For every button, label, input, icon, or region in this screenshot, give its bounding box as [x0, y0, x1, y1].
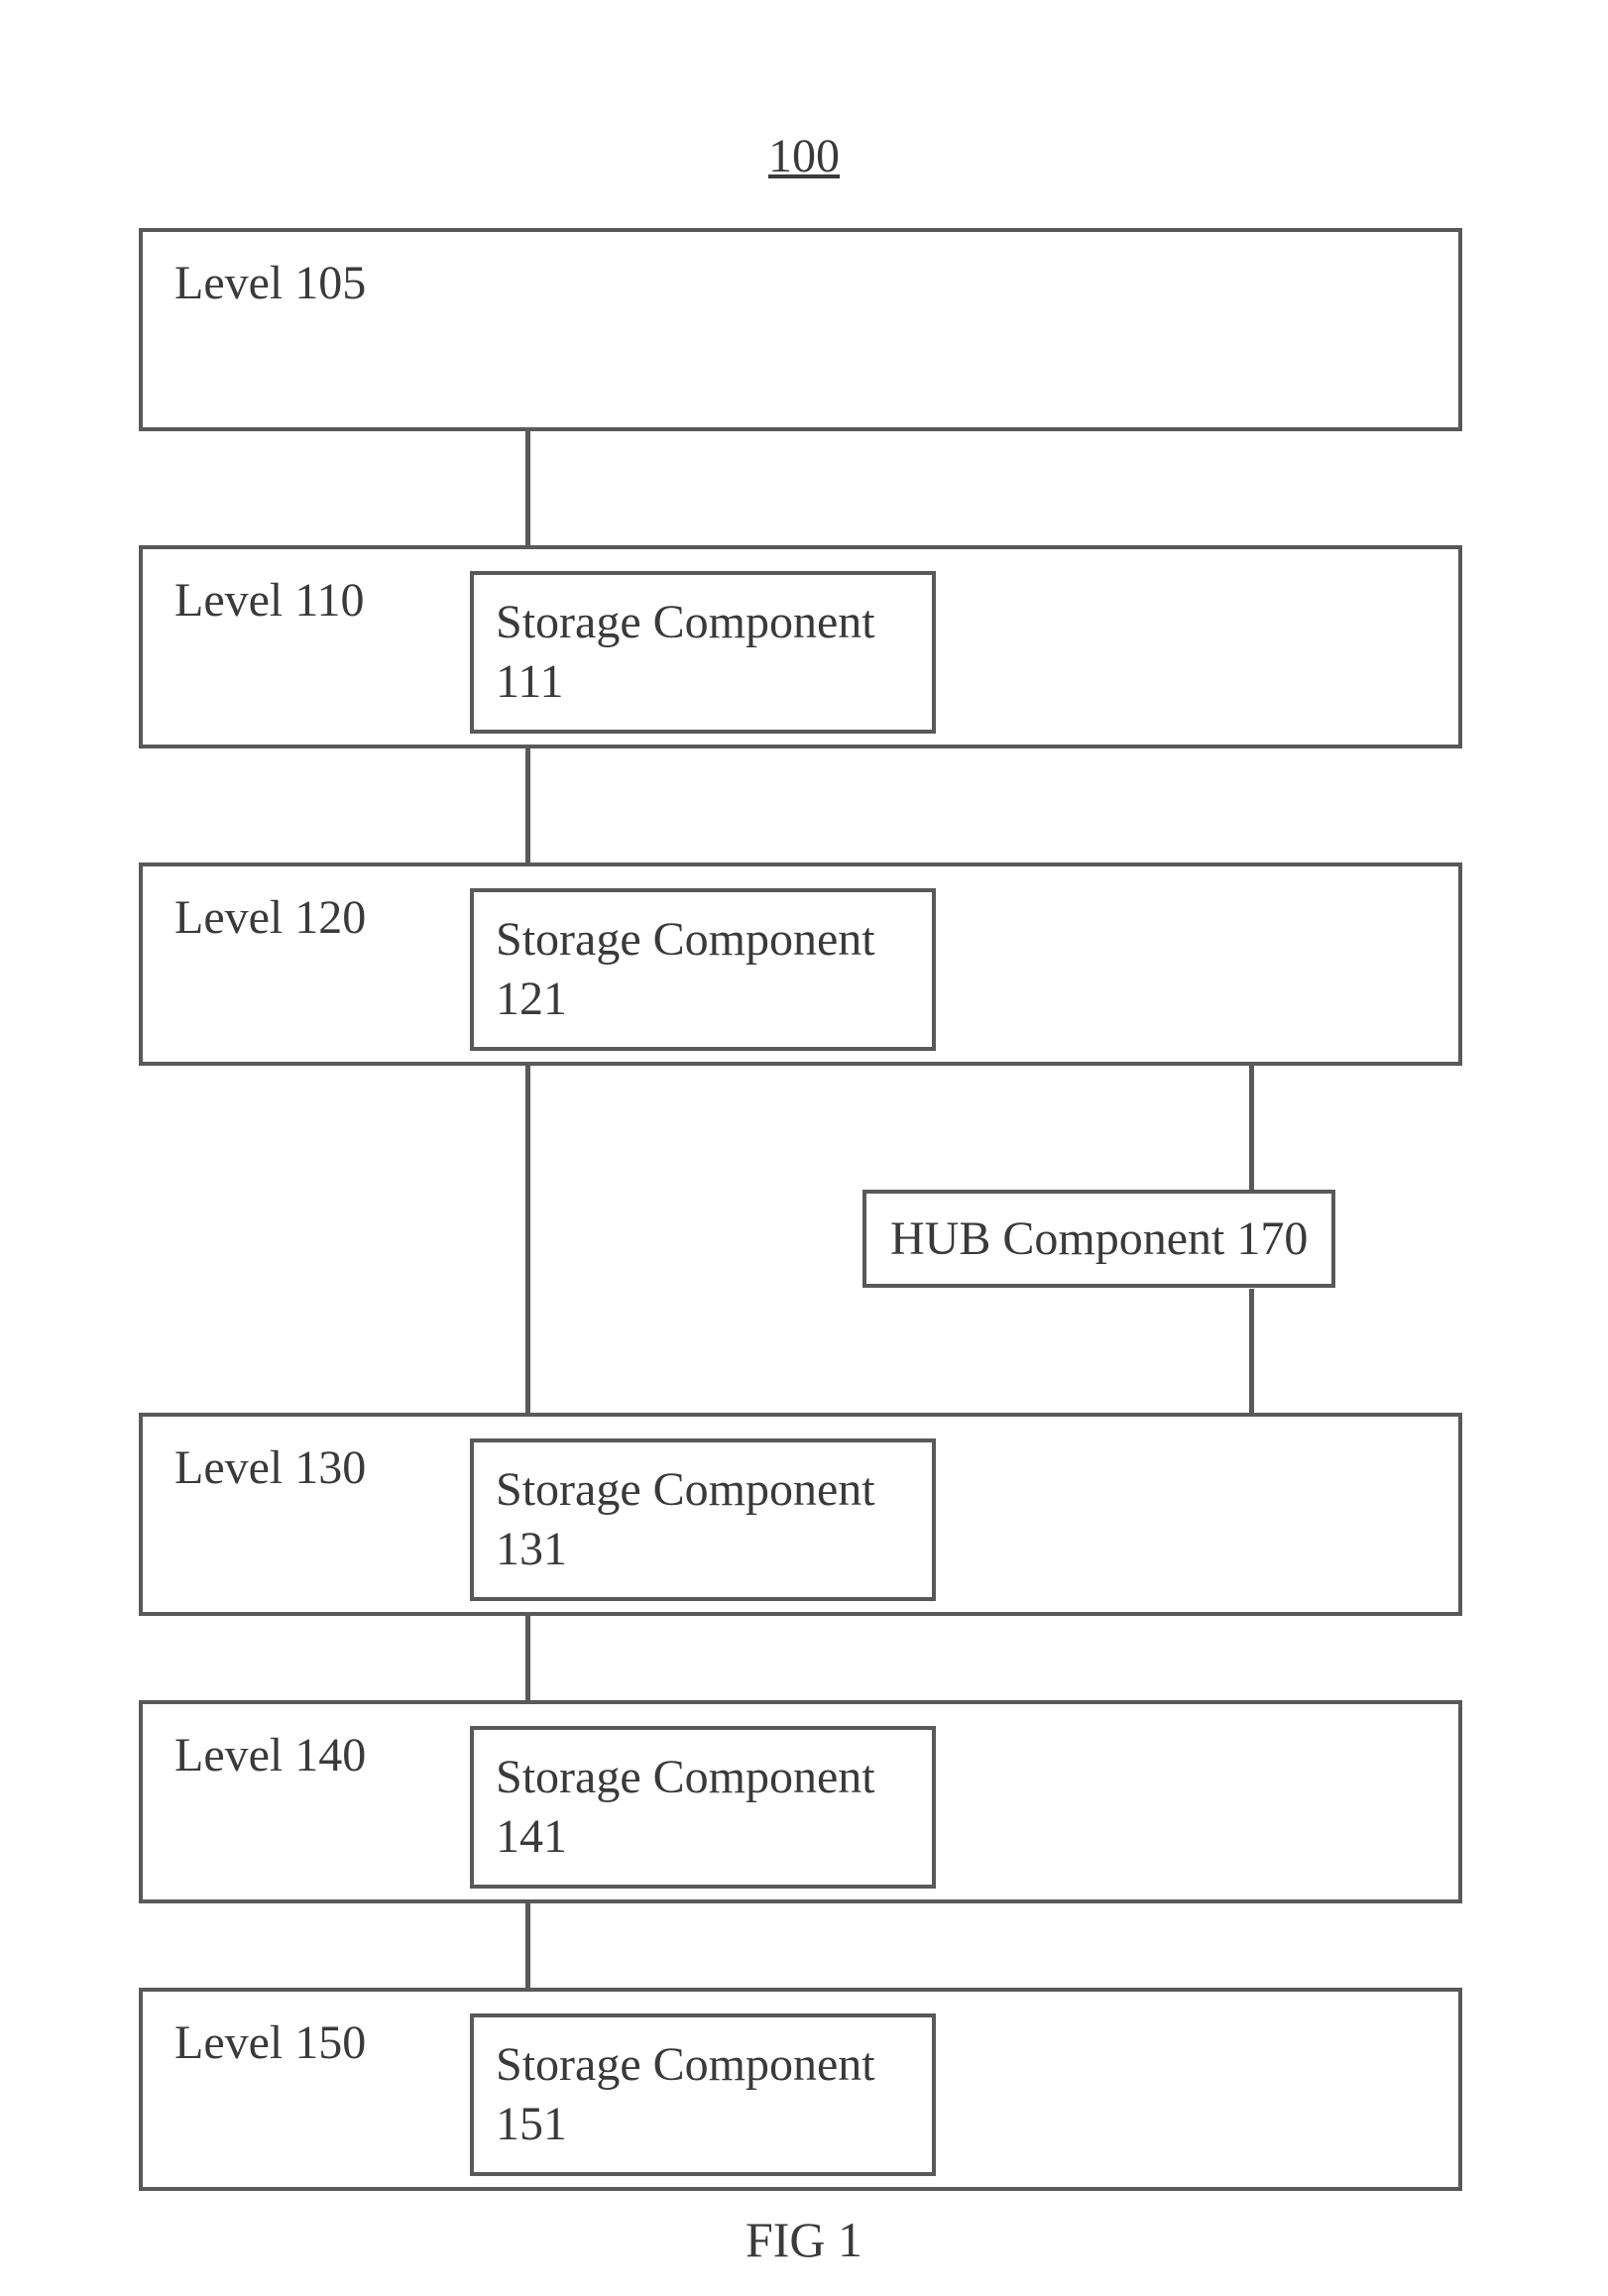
hub-label: HUB Component 170 — [890, 1212, 1308, 1265]
diagram-canvas: 100 Level 105 Level 110 Storage Componen… — [0, 0, 1608, 2296]
hub-component-170: HUB Component 170 — [862, 1190, 1335, 1288]
connector-105-110 — [525, 431, 530, 545]
figure-caption: FIG 1 — [746, 2211, 862, 2268]
storage-component-151: Storage Component 151 — [470, 2013, 936, 2176]
level-box-120: Level 120 Storage Component 121 — [139, 862, 1462, 1066]
connector-110-120 — [525, 748, 530, 862]
component-ref: 121 — [496, 973, 567, 1025]
level-box-105: Level 105 — [139, 228, 1462, 431]
figure-number-title: 100 — [768, 129, 840, 183]
component-ref: 141 — [496, 1810, 567, 1863]
storage-component-131: Storage Component 131 — [470, 1438, 936, 1601]
connector-130-140 — [525, 1616, 530, 1700]
level-label: Level 150 — [174, 2015, 366, 2070]
component-name: Storage Component — [496, 2038, 875, 2091]
level-label: Level 105 — [174, 256, 366, 310]
component-name: Storage Component — [496, 596, 875, 648]
component-ref: 151 — [496, 2098, 567, 2150]
connector-hub-130 — [1249, 1289, 1254, 1413]
connector-140-150 — [525, 1903, 530, 1988]
storage-component-141: Storage Component 141 — [470, 1726, 936, 1889]
component-name: Storage Component — [496, 913, 875, 966]
storage-component-111: Storage Component 111 — [470, 571, 936, 734]
level-box-110: Level 110 Storage Component 111 — [139, 545, 1462, 748]
connector-120-hub — [1249, 1066, 1254, 1190]
level-box-140: Level 140 Storage Component 141 — [139, 1700, 1462, 1903]
component-ref: 131 — [496, 1523, 567, 1575]
level-label: Level 120 — [174, 890, 366, 945]
storage-component-121: Storage Component 121 — [470, 888, 936, 1051]
component-name: Storage Component — [496, 1751, 875, 1803]
level-box-150: Level 150 Storage Component 151 — [139, 1988, 1462, 2191]
connector-120-130 — [525, 1066, 530, 1413]
level-label: Level 130 — [174, 1440, 366, 1495]
level-box-130: Level 130 Storage Component 131 — [139, 1413, 1462, 1616]
component-name: Storage Component — [496, 1463, 875, 1516]
level-label: Level 110 — [174, 573, 364, 628]
component-ref: 111 — [496, 655, 563, 708]
level-label: Level 140 — [174, 1728, 366, 1782]
